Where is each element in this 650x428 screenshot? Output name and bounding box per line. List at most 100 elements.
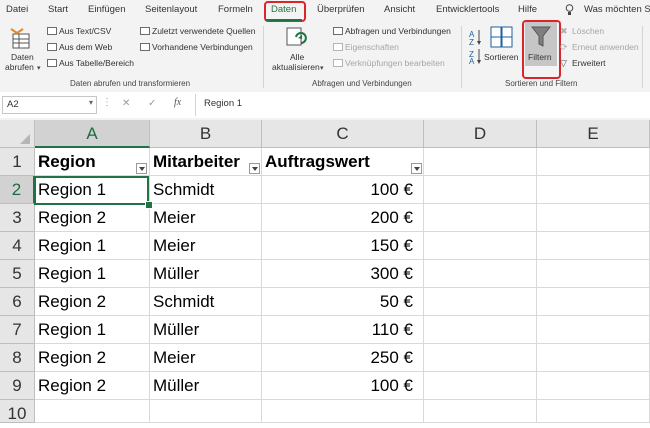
row-header-6[interactable]: 6 [0, 288, 35, 316]
cell-a7[interactable]: Region 1 [35, 316, 150, 344]
cell-b8[interactable]: Meier [150, 344, 262, 372]
cell-c8[interactable]: 250 € [262, 344, 424, 372]
column-header-d[interactable]: D [424, 120, 537, 148]
from-web-button[interactable]: Aus dem Web [59, 42, 112, 52]
tab-file[interactable]: Datei [6, 4, 28, 15]
recent-sources-button[interactable]: Zuletzt verwendete Quellen [152, 26, 255, 36]
cell-d1[interactable] [424, 148, 537, 176]
cell-e2[interactable] [537, 176, 650, 204]
column-header-b[interactable]: B [150, 120, 262, 148]
cell-a6[interactable]: Region 2 [35, 288, 150, 316]
fill-handle[interactable] [145, 201, 153, 209]
filter-dropdown-mitarbeiter[interactable] [249, 163, 260, 174]
cell-d2[interactable] [424, 176, 537, 204]
cell-a8[interactable]: Region 2 [35, 344, 150, 372]
formula-input[interactable]: Region 1 [204, 98, 242, 109]
column-header-c[interactable]: C [262, 120, 424, 148]
row-header-4[interactable]: 4 [0, 232, 35, 260]
row-header-1[interactable]: 1 [0, 148, 35, 176]
refresh-all-button[interactable]: Alle [290, 52, 304, 62]
cell-c10[interactable] [262, 400, 424, 423]
row-header-8[interactable]: 8 [0, 344, 35, 372]
tab-review[interactable]: Überprüfen [317, 4, 365, 15]
cell-e7[interactable] [537, 316, 650, 344]
cell-b10[interactable] [150, 400, 262, 423]
properties-button[interactable]: Eigenschaften [345, 42, 399, 52]
row-header-7[interactable]: 7 [0, 316, 35, 344]
sort-az-icon[interactable]: A Z Z A [469, 28, 481, 66]
cell-c6[interactable]: 50 € [262, 288, 424, 316]
column-header-a[interactable]: A [35, 120, 150, 148]
cell-d9[interactable] [424, 372, 537, 400]
cell-c1[interactable]: Auftragswert [262, 148, 424, 176]
advanced-button[interactable]: Erweitert [572, 58, 606, 68]
refresh-all-button-label[interactable]: aktualisieren [272, 62, 320, 72]
cell-a4[interactable]: Region 1 [35, 232, 150, 260]
tab-home[interactable]: Start [48, 4, 68, 15]
row-header-3[interactable]: 3 [0, 204, 35, 232]
get-data-button[interactable]: Daten [11, 52, 34, 62]
cell-b6[interactable]: Schmidt [150, 288, 262, 316]
clear-button[interactable]: Löschen [572, 26, 604, 36]
confirm-entry-icon[interactable]: ✓ [148, 98, 156, 109]
tab-page-layout[interactable]: Seitenlayout [145, 4, 197, 15]
cell-e5[interactable] [537, 260, 650, 288]
row-header-5[interactable]: 5 [0, 260, 35, 288]
tell-me-search[interactable]: Was möchten Sie tun? [584, 4, 650, 15]
cell-d10[interactable] [424, 400, 537, 423]
cell-c5[interactable]: 300 € [262, 260, 424, 288]
tab-formulas[interactable]: Formeln [218, 4, 253, 15]
cell-c9[interactable]: 100 € [262, 372, 424, 400]
cell-c2[interactable]: 100 € [262, 176, 424, 204]
cell-d8[interactable] [424, 344, 537, 372]
tab-view[interactable]: Ansicht [384, 4, 415, 15]
queries-connections-button[interactable]: Abfragen und Verbindungen [345, 26, 451, 36]
filter-dropdown-region[interactable] [136, 163, 147, 174]
cell-d7[interactable] [424, 316, 537, 344]
cell-b3[interactable]: Meier [150, 204, 262, 232]
row-header-10[interactable]: 10 [0, 400, 35, 423]
cell-b9[interactable]: Müller [150, 372, 262, 400]
cell-e10[interactable] [537, 400, 650, 423]
cell-b7[interactable]: Müller [150, 316, 262, 344]
name-box[interactable]: A2 ▾ [2, 96, 97, 114]
cell-c4[interactable]: 150 € [262, 232, 424, 260]
cell-a9[interactable]: Region 2 [35, 372, 150, 400]
cell-e1[interactable] [537, 148, 650, 176]
cell-a10[interactable] [35, 400, 150, 423]
cell-e4[interactable] [537, 232, 650, 260]
cell-c7[interactable]: 110 € [262, 316, 424, 344]
cell-d3[interactable] [424, 204, 537, 232]
cell-a5[interactable]: Region 1 [35, 260, 150, 288]
column-header-e[interactable]: E [537, 120, 650, 148]
cell-a1[interactable]: Region [35, 148, 150, 176]
cell-b2[interactable]: Schmidt [150, 176, 262, 204]
tab-help[interactable]: Hilfe [518, 4, 537, 15]
cell-e9[interactable] [537, 372, 650, 400]
cancel-entry-icon[interactable]: ✕ [122, 98, 130, 109]
sort-button[interactable]: Sortieren [484, 52, 519, 62]
cell-e8[interactable] [537, 344, 650, 372]
cell-e6[interactable] [537, 288, 650, 316]
select-all-corner[interactable] [0, 120, 35, 148]
cell-b1[interactable]: Mitarbeiter [150, 148, 262, 176]
reapply-button[interactable]: Erneut anwenden [572, 42, 639, 52]
cell-d4[interactable] [424, 232, 537, 260]
cell-d6[interactable] [424, 288, 537, 316]
existing-connections-button[interactable]: Vorhandene Verbindungen [152, 42, 253, 52]
get-data-button-label[interactable]: abrufen [5, 62, 34, 72]
from-text-csv-button[interactable]: Aus Text/CSV [59, 26, 111, 36]
cell-c3[interactable]: 200 € [262, 204, 424, 232]
from-table-button[interactable]: Aus Tabelle/Bereich [59, 58, 134, 68]
tab-developer[interactable]: Entwicklertools [436, 4, 499, 15]
cell-b5[interactable]: Müller [150, 260, 262, 288]
edit-links-button[interactable]: Verknüpfungen bearbeiten [345, 58, 445, 68]
cell-d5[interactable] [424, 260, 537, 288]
cell-b4[interactable]: Meier [150, 232, 262, 260]
tab-insert[interactable]: Einfügen [88, 4, 126, 15]
row-header-9[interactable]: 9 [0, 372, 35, 400]
cell-a3[interactable]: Region 2 [35, 204, 150, 232]
cell-e3[interactable] [537, 204, 650, 232]
row-header-2[interactable]: 2 [0, 176, 35, 204]
insert-function-icon[interactable]: fx [174, 97, 181, 108]
